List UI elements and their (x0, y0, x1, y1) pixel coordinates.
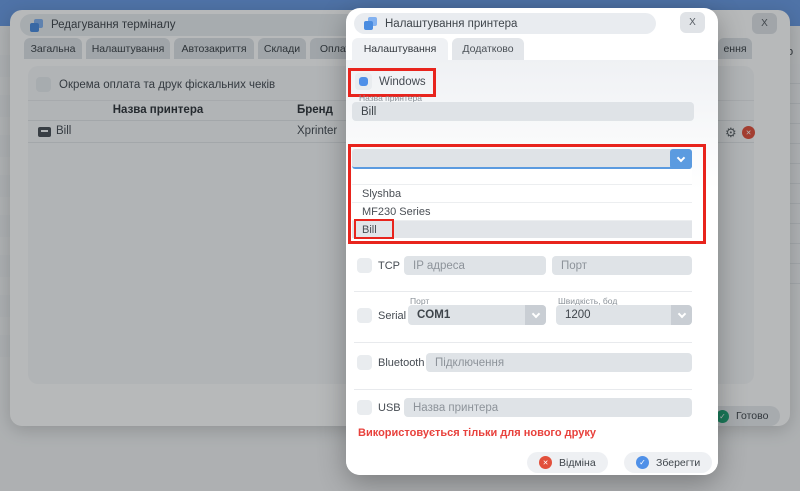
save-check-icon: ✓ (636, 456, 649, 469)
printer-settings-modal: Налаштування принтера X Налаштування Дод… (346, 8, 718, 475)
modal-tab-dodatkovo[interactable]: Додатково (452, 38, 524, 60)
tcp-label: TCP (378, 260, 400, 272)
bluetooth-label: Bluetooth (378, 357, 424, 369)
printer-select[interactable] (352, 149, 692, 169)
usb-printer-name-input[interactable] (404, 398, 692, 417)
modal-title-bar: Налаштування принтера (354, 13, 656, 34)
bluetooth-checkbox[interactable] (357, 355, 372, 370)
usb-label: USB (378, 402, 401, 414)
screen: по i i i i i i i i i i i Редагування тер… (0, 0, 800, 491)
serial-baud-select[interactable]: 1200 (556, 305, 692, 325)
annotation-box-bill-option (354, 219, 394, 239)
tcp-port-input[interactable] (552, 256, 692, 275)
serial-port-select[interactable]: COM1 (408, 305, 546, 325)
divider (354, 389, 692, 390)
printer-name-input[interactable] (352, 102, 694, 121)
chevron-down-icon (671, 305, 692, 325)
dropdown-option-slyshba[interactable]: Slyshba (352, 184, 692, 202)
tcp-ip-input[interactable] (404, 256, 546, 275)
warning-text: Використовується тільки для нового друку (358, 427, 596, 439)
modal-close-button[interactable]: X (680, 12, 705, 33)
dropdown-option-empty[interactable] (352, 169, 692, 184)
chevron-down-icon (525, 305, 546, 325)
dropdown-option-bill[interactable]: Bill (352, 220, 692, 238)
divider (354, 342, 692, 343)
dropdown-option-mf230[interactable]: MF230 Series (352, 202, 692, 220)
windows-checkbox[interactable] (355, 73, 372, 90)
app-logo-icon (364, 17, 377, 30)
modal-tab-nalashtuvannya[interactable]: Налаштування (352, 38, 448, 60)
printer-select-toggle-button[interactable] (670, 149, 692, 169)
divider (354, 291, 692, 292)
chevron-down-icon (677, 153, 685, 161)
serial-checkbox[interactable] (357, 308, 372, 323)
usb-checkbox[interactable] (357, 400, 372, 415)
tcp-checkbox[interactable] (357, 258, 372, 273)
save-button[interactable]: ✓ Зберегти (624, 452, 712, 473)
windows-checkbox-label: Windows (379, 76, 426, 88)
modal-title: Налаштування принтера (385, 18, 517, 30)
serial-label: Serial (378, 310, 406, 322)
cancel-button[interactable]: ✕ Відміна (527, 452, 608, 473)
cancel-cross-icon: ✕ (539, 456, 552, 469)
bluetooth-connection-input[interactable] (426, 353, 692, 372)
